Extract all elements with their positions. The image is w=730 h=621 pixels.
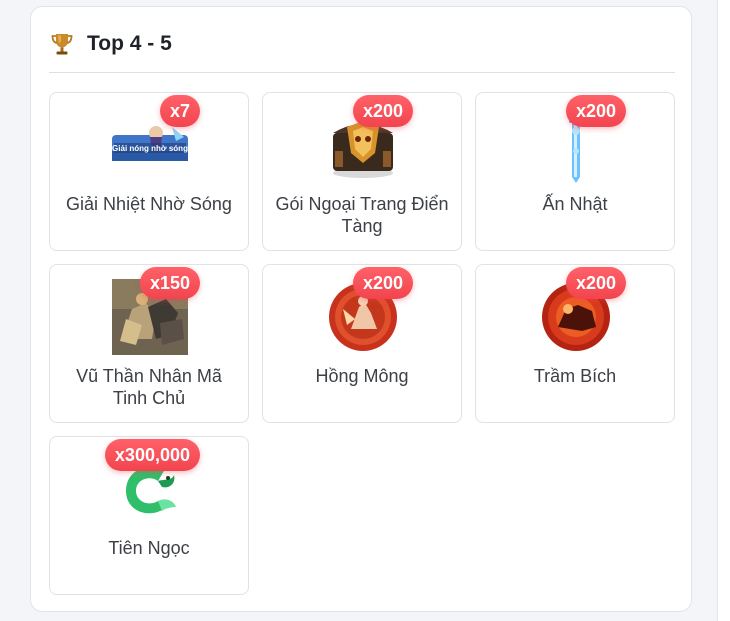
reward-item-vu-than-nhan-ma[interactable]: x150 Vũ Thần Nhân Mã Tinh Chủ bbox=[49, 264, 249, 423]
reward-name: Ấn Nhật bbox=[542, 194, 608, 214]
quantity-badge: x200 bbox=[352, 95, 413, 127]
reward-item-an-nhat[interactable]: x200 Ấn Nhật bbox=[475, 92, 675, 251]
thumb-text: Giải nóng nhờ sóng bbox=[112, 144, 188, 153]
quantity-badge: x7 bbox=[159, 95, 200, 127]
reward-name: Tiên Ngọc bbox=[108, 538, 190, 558]
quantity-badge: x150 bbox=[139, 267, 200, 299]
quantity-badge: x200 bbox=[565, 267, 626, 299]
reward-name: Hồng Mông bbox=[315, 366, 409, 386]
reward-name: Gói Ngoại Trang Điển Tàng bbox=[275, 194, 449, 236]
reward-name: Giải Nhiệt Nhờ Sóng bbox=[66, 194, 232, 214]
section-header: Top 4 - 5 bbox=[51, 29, 172, 59]
rewards-card: Top 4 - 5 Giải nóng nhờ sóng x7 Giải Nhi… bbox=[30, 6, 692, 612]
reward-item-hong-mong[interactable]: x200 Hồng Mông bbox=[262, 264, 462, 423]
reward-name: Trầm Bích bbox=[533, 366, 617, 386]
reward-name: Vũ Thần Nhân Mã Tinh Chủ bbox=[76, 366, 222, 408]
page-scroll-edge bbox=[717, 0, 730, 621]
reward-item-tram-bich[interactable]: x200 Trầm Bích bbox=[475, 264, 675, 423]
reward-item-giai-nhiet[interactable]: Giải nóng nhờ sóng x7 Giải Nhiệt Nhờ Són… bbox=[49, 92, 249, 251]
section-title: Top 4 - 5 bbox=[87, 32, 172, 55]
reward-item-tien-ngoc[interactable]: x300,000 Tiên Ngọc bbox=[49, 436, 249, 595]
quantity-badge: x200 bbox=[352, 267, 413, 299]
quantity-badge: x300,000 bbox=[104, 439, 200, 471]
header-divider bbox=[49, 72, 675, 73]
trophy-icon bbox=[51, 34, 73, 55]
reward-item-goi-ngoai-trang[interactable]: x200 Gói Ngoại Trang Điển Tàng bbox=[262, 92, 462, 251]
rewards-grid: Giải nóng nhờ sóng x7 Giải Nhiệt Nhờ Són… bbox=[49, 92, 675, 595]
quantity-badge: x200 bbox=[565, 95, 626, 127]
